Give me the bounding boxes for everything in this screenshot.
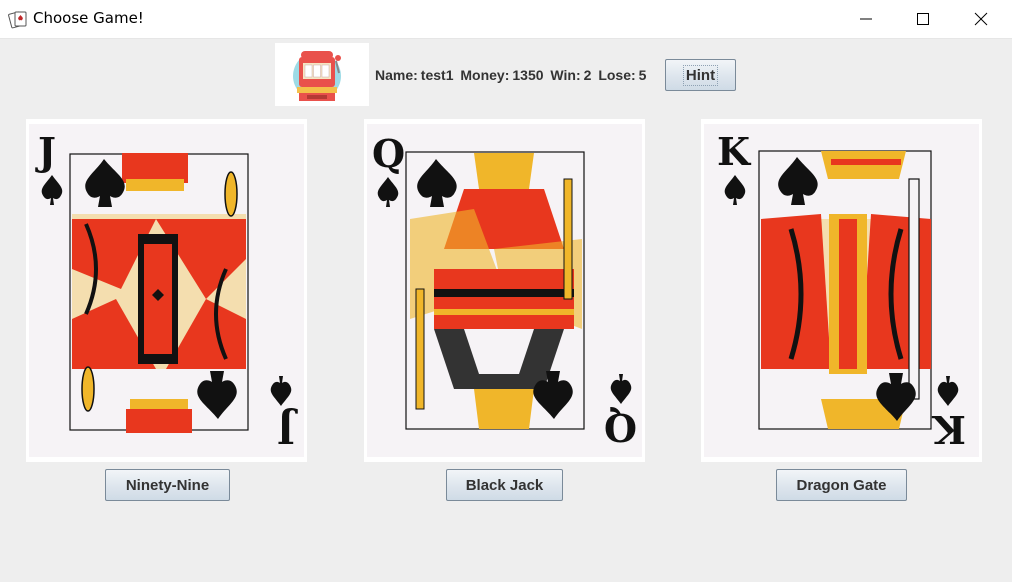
card-rank-j: J <box>35 129 56 174</box>
queen-of-spades-card: Q Q <box>364 119 645 462</box>
window-title: Choose Game! <box>33 9 144 27</box>
hint-button[interactable]: Hint <box>665 59 736 91</box>
ninety-nine-button-label: Ninety-Nine <box>125 476 210 494</box>
maximize-button[interactable] <box>900 0 946 38</box>
dragon-gate-button-label: Dragon Gate <box>796 476 887 494</box>
title-bar: Choose Game! <box>0 0 1012 39</box>
svg-text:J: J <box>277 407 298 452</box>
jack-of-spades-card: J J <box>26 119 307 462</box>
lose-label: Lose: <box>598 67 636 83</box>
black-jack-button[interactable]: Black Jack <box>446 469 563 501</box>
money-label: Money: <box>460 67 510 83</box>
hint-button-label: Hint <box>682 64 719 86</box>
close-icon <box>974 12 988 26</box>
player-lose: 5 <box>638 67 647 83</box>
card-rank-q: Q <box>372 131 405 176</box>
minimize-icon <box>860 18 872 20</box>
minimize-button[interactable] <box>843 0 889 38</box>
svg-text:K: K <box>931 407 966 452</box>
dragon-gate-button[interactable]: Dragon Gate <box>776 469 907 501</box>
maximize-icon <box>917 13 929 25</box>
ninety-nine-button[interactable]: Ninety-Nine <box>105 469 230 501</box>
player-info: Name: test1 Money: 1350 Win: 2 Lose: 5 <box>375 67 649 83</box>
win-label: Win: <box>550 67 581 83</box>
player-money: 1350 <box>512 67 544 83</box>
svg-text:Q: Q <box>604 405 637 450</box>
name-label: Name: <box>375 67 418 83</box>
king-of-spades-card: K K <box>701 119 982 462</box>
player-win: 2 <box>583 67 592 83</box>
slot-machine-icon <box>293 51 341 101</box>
card-rank-k: K <box>717 129 752 174</box>
cards-app-icon <box>8 11 27 29</box>
black-jack-button-label: Black Jack <box>465 476 544 494</box>
slot-machine-image <box>275 43 369 106</box>
player-name: test1 <box>420 67 454 83</box>
close-button[interactable] <box>958 0 1004 38</box>
